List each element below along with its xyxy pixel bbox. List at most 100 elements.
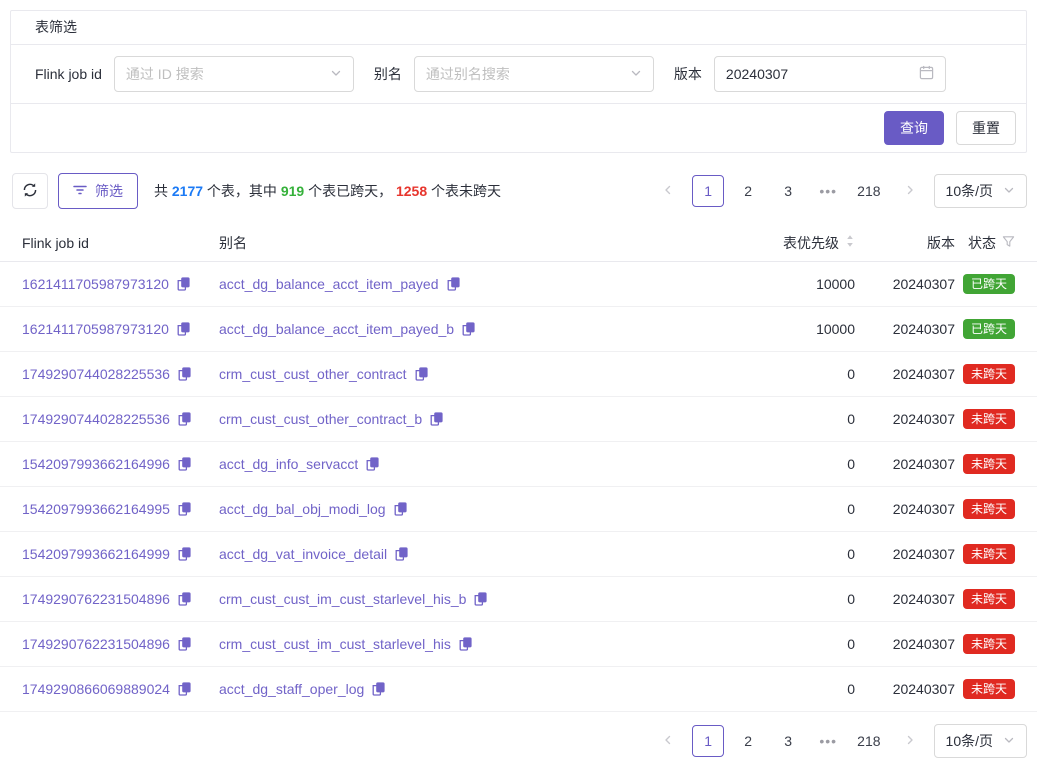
alias-link[interactable]: crm_cust_cust_other_contract_b — [219, 411, 422, 427]
job-id-link[interactable]: 1749290744028225536 — [22, 411, 170, 427]
alias-cell: acct_dg_staff_oper_log — [219, 681, 775, 697]
alias-cell: acct_dg_info_servacct — [219, 456, 775, 472]
copy-icon[interactable] — [372, 682, 385, 696]
next-page-button[interactable] — [894, 725, 926, 757]
table-row: 1542097993662164999 acct_dg_vat_invoice_… — [0, 532, 1037, 577]
status-badge: 未跨天 — [963, 454, 1015, 474]
copy-icon[interactable] — [366, 457, 379, 471]
refresh-button[interactable] — [12, 173, 48, 209]
alias-link[interactable]: acct_dg_bal_obj_modi_log — [219, 501, 386, 517]
version-label: 版本 — [674, 64, 702, 84]
copy-icon[interactable] — [177, 322, 190, 336]
filter-actions-row: 查询 重置 — [11, 104, 1026, 152]
flink-job-id-select[interactable]: 通过 ID 搜索 — [114, 56, 354, 92]
column-header-priority[interactable]: 表优先级 — [775, 233, 855, 253]
priority-cell: 0 — [775, 546, 855, 562]
job-id-link[interactable]: 1542097993662164996 — [22, 456, 170, 472]
job-id-cell: 1749290762231504896 — [22, 591, 219, 607]
summary-text: 共 2177 个表，其中 919 个表已跨天， 1258 个表未跨天 — [154, 181, 501, 201]
alias-cell: crm_cust_cust_im_cust_starlevel_his — [219, 636, 775, 652]
alias-link[interactable]: acct_dg_vat_invoice_detail — [219, 546, 387, 562]
prev-page-button[interactable] — [652, 725, 684, 757]
priority-cell: 0 — [775, 366, 855, 382]
total-count: 2177 — [172, 183, 203, 199]
sort-carets-icon[interactable] — [845, 234, 855, 251]
status-cell: 已跨天 — [955, 274, 1015, 294]
priority-cell: 0 — [775, 501, 855, 517]
copy-icon[interactable] — [415, 367, 428, 381]
alias-link[interactable]: acct_dg_balance_acct_item_payed_b — [219, 321, 454, 337]
copy-icon[interactable] — [178, 412, 191, 426]
priority-cell: 0 — [775, 411, 855, 427]
version-input[interactable] — [726, 66, 919, 82]
job-id-link[interactable]: 1542097993662164995 — [22, 501, 170, 517]
alias-select[interactable]: 通过别名搜索 — [414, 56, 654, 92]
copy-icon[interactable] — [462, 322, 475, 336]
status-cell: 未跨天 — [955, 634, 1015, 654]
status-badge: 未跨天 — [963, 679, 1015, 699]
alias-link[interactable]: crm_cust_cust_other_contract — [219, 366, 407, 382]
copy-icon[interactable] — [177, 277, 190, 291]
job-id-link[interactable]: 1621411705987973120 — [22, 321, 169, 337]
page-button-2[interactable]: 2 — [732, 725, 764, 757]
page-button-1[interactable]: 1 — [692, 175, 724, 207]
job-id-link[interactable]: 1749290744028225536 — [22, 366, 170, 382]
flink-job-id-label: Flink job id — [35, 66, 102, 82]
table-row: 1749290762231504896 crm_cust_cust_im_cus… — [0, 577, 1037, 622]
page-button-218[interactable]: 218 — [852, 725, 885, 757]
copy-icon[interactable] — [474, 592, 487, 606]
chevron-left-icon — [662, 733, 674, 749]
job-id-link[interactable]: 1749290866069889024 — [22, 681, 170, 697]
copy-icon[interactable] — [459, 637, 472, 651]
job-id-cell: 1749290762231504896 — [22, 636, 219, 652]
copy-icon[interactable] — [178, 457, 191, 471]
copy-icon[interactable] — [430, 412, 443, 426]
search-button[interactable]: 查询 — [884, 111, 944, 145]
page-button-3[interactable]: 3 — [772, 175, 804, 207]
copy-icon[interactable] — [178, 682, 191, 696]
job-id-link[interactable]: 1621411705987973120 — [22, 276, 169, 292]
status-badge: 已跨天 — [963, 319, 1015, 339]
chevron-down-icon — [1003, 183, 1015, 199]
status-cell: 未跨天 — [955, 589, 1015, 609]
alias-link[interactable]: crm_cust_cust_im_cust_starlevel_his — [219, 636, 451, 652]
page-button-3[interactable]: 3 — [772, 725, 804, 757]
copy-icon[interactable] — [395, 547, 408, 561]
alias-cell: acct_dg_vat_invoice_detail — [219, 546, 775, 562]
job-id-cell: 1621411705987973120 — [22, 276, 219, 292]
column-header-version: 版本 — [855, 233, 955, 253]
alias-placeholder: 通过别名搜索 — [426, 64, 510, 84]
column-header-flink-job-id: Flink job id — [22, 235, 219, 251]
top-pagination: 123•••218 — [652, 175, 925, 207]
bottom-page-size-select[interactable]: 10条/页 — [934, 724, 1027, 758]
copy-icon[interactable] — [178, 637, 191, 651]
next-page-button[interactable] — [894, 175, 926, 207]
alias-link[interactable]: crm_cust_cust_im_cust_starlevel_his_b — [219, 591, 466, 607]
top-page-size-select[interactable]: 10条/页 — [934, 174, 1027, 208]
alias-link[interactable]: acct_dg_balance_acct_item_payed — [219, 276, 439, 292]
page-button-218[interactable]: 218 — [852, 175, 885, 207]
prev-page-button[interactable] — [652, 175, 684, 207]
filter-toggle-button[interactable]: 筛选 — [58, 173, 138, 209]
copy-icon[interactable] — [178, 367, 191, 381]
copy-icon[interactable] — [394, 502, 407, 516]
table-row: 1749290744028225536 crm_cust_cust_other_… — [0, 352, 1037, 397]
alias-link[interactable]: acct_dg_info_servacct — [219, 456, 358, 472]
alias-link[interactable]: acct_dg_staff_oper_log — [219, 681, 364, 697]
copy-icon[interactable] — [178, 547, 191, 561]
copy-icon[interactable] — [447, 277, 460, 291]
job-id-link[interactable]: 1542097993662164999 — [22, 546, 170, 562]
filter-funnel-icon[interactable] — [1002, 235, 1015, 251]
alias-cell: crm_cust_cust_other_contract — [219, 366, 775, 382]
column-header-status: 状态 — [955, 233, 1015, 253]
job-id-link[interactable]: 1749290762231504896 — [22, 636, 170, 652]
job-id-link[interactable]: 1749290762231504896 — [22, 591, 170, 607]
reset-button[interactable]: 重置 — [956, 111, 1016, 145]
page-button-2[interactable]: 2 — [732, 175, 764, 207]
job-id-cell: 1542097993662164995 — [22, 501, 219, 517]
page-button-1[interactable]: 1 — [692, 725, 724, 757]
version-datepicker[interactable] — [714, 56, 946, 92]
copy-icon[interactable] — [178, 502, 191, 516]
chevron-down-icon — [630, 66, 642, 82]
copy-icon[interactable] — [178, 592, 191, 606]
